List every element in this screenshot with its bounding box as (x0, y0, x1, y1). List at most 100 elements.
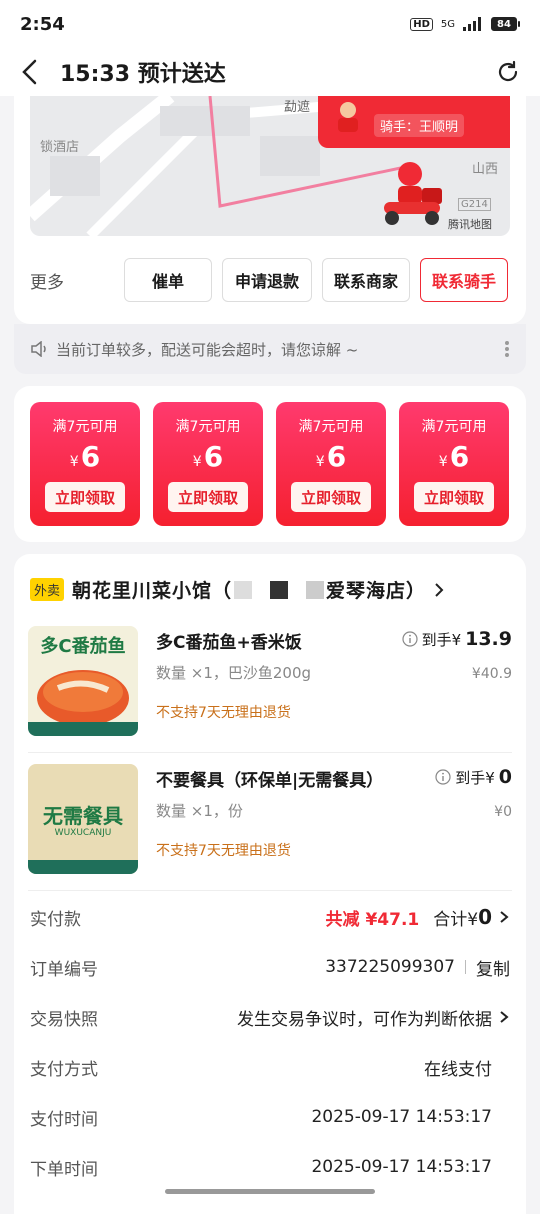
chevron-right-icon (498, 910, 510, 924)
store-name: 朝花里川菜小馆（ (72, 576, 232, 603)
thumb-subtitle: WUXUCANJU (28, 828, 138, 838)
total-value: 0 (478, 905, 492, 929)
divider (28, 890, 512, 891)
payment-time-row: 支付时间 2025-09-17 14:53:17 (30, 1102, 510, 1132)
coupon-condition: 满7元可用 (30, 416, 140, 436)
info-icon[interactable] (435, 769, 451, 785)
coupon[interactable]: 满7元可用 ¥6 立即领取 (153, 402, 263, 526)
item-return-note: 不支持7天无理由退货 (156, 702, 291, 722)
urge-order-button[interactable]: 催单 (124, 258, 212, 302)
paid-label: 实付款 (30, 905, 326, 930)
divider (28, 752, 512, 753)
item-price: 到手¥13.9 (402, 628, 512, 650)
coupon[interactable]: 满7元可用 ¥6 立即领取 (276, 402, 386, 526)
item-price: 到手¥0 (435, 766, 512, 788)
payment-method-row: 支付方式 在线支付 (30, 1052, 510, 1082)
payment-method: 在线支付 (424, 1055, 492, 1080)
separator (465, 960, 466, 974)
signal-icon (463, 17, 483, 31)
speaker-icon (30, 341, 48, 357)
claim-coupon-button[interactable]: 立即领取 (168, 482, 248, 512)
contact-rider-button[interactable]: 联系骑手 (420, 258, 508, 302)
coupon-amount: ¥6 (276, 440, 386, 473)
coupon[interactable]: 满7元可用 ¥6 立即领取 (30, 402, 140, 526)
row-label: 订单编号 (30, 955, 325, 980)
item-name: 多C番茄鱼+香米饭 (156, 628, 302, 653)
row-label: 支付时间 (30, 1105, 311, 1130)
order-number: 337225099307 (325, 957, 455, 977)
price-value: 13.9 (465, 628, 512, 650)
notice-text: 当前订单较多，配送可能会超时，请您谅解 ~ (56, 339, 504, 360)
order-item[interactable]: 多C番茄鱼 多C番茄鱼+香米饭 数量 ×1，巴沙鱼200g 不支持7天无理由退货… (28, 626, 512, 742)
coupon-condition: 满7元可用 (153, 416, 263, 436)
map-attribution: 腾讯地图 (448, 216, 492, 232)
item-name: 不要餐具（环保单|无需餐具） (156, 766, 383, 791)
coupon-amount: ¥6 (30, 440, 140, 473)
order-detail-card: 外卖 朝花里川菜小馆（ 爱琴海店） 多C番茄鱼 多C番茄鱼+香米饭 数量 ×1，… (14, 554, 526, 1214)
store-header[interactable]: 外卖 朝花里川菜小馆（ 爱琴海店） (30, 576, 446, 603)
store-name-tail: 爱琴海店） (326, 576, 426, 603)
price-label: 到手¥ (422, 629, 462, 650)
row-label: 下单时间 (30, 1155, 311, 1180)
rider-info-bubble[interactable]: 骑手：王顺明 (318, 96, 510, 148)
thumb-title: 无需餐具 (28, 800, 138, 829)
coupon-amount: ¥6 (399, 440, 509, 473)
rider-scooter-icon (376, 160, 446, 230)
snapshot-row[interactable]: 交易快照 发生交易争议时，可作为判断依据 (30, 1002, 510, 1032)
delay-notice: 当前订单较多，配送可能会超时，请您谅解 ~ (14, 324, 526, 374)
rider-name: 骑手：王顺明 (374, 114, 464, 137)
claim-coupon-button[interactable]: 立即领取 (45, 482, 125, 512)
more-label[interactable]: 更多 (30, 268, 124, 293)
claim-coupon-button[interactable]: 立即领取 (291, 482, 371, 512)
row-label: 支付方式 (30, 1055, 424, 1080)
network-label: 5G (441, 19, 455, 30)
coupon-condition: 满7元可用 (276, 416, 386, 436)
store-name-redacted (234, 581, 324, 599)
map-card: 锁酒店 山西 G214 腾讯地图 勐遮 骑手：王顺明 更多 催单 申请退款 联系… (14, 96, 526, 324)
copy-button[interactable]: 复制 (476, 955, 510, 980)
map-label-road: G214 (458, 198, 491, 211)
item-return-note: 不支持7天无理由退货 (156, 840, 291, 860)
hd-badge: HD (410, 18, 433, 31)
payment-time: 2025-09-17 14:53:17 (311, 1107, 492, 1127)
rider-avatar-icon (330, 98, 366, 134)
coupon-card: 满7元可用 ¥6 立即领取 满7元可用 ¥6 立即领取 满7元可用 ¥6 立即领… (14, 386, 526, 542)
back-icon[interactable] (20, 59, 40, 85)
price-value: 0 (499, 766, 512, 788)
takeout-tag: 外卖 (30, 578, 64, 601)
paid-amount-row[interactable]: 实付款 共减 ¥47.1 合计¥ 0 (30, 902, 510, 932)
coupon[interactable]: 满7元可用 ¥6 立即领取 (399, 402, 509, 526)
order-number-row: 订单编号 337225099307 复制 (30, 952, 510, 982)
chevron-right-icon (432, 582, 446, 598)
page-header: 15:33 预计送达 (0, 48, 540, 96)
more-dots-icon[interactable] (504, 340, 510, 358)
home-indicator[interactable] (165, 1189, 375, 1194)
order-time: 2025-09-17 14:53:17 (311, 1157, 492, 1177)
page-title: 15:33 预计送达 (60, 56, 496, 88)
status-time: 2:54 (20, 14, 65, 35)
claim-coupon-button[interactable]: 立即领取 (414, 482, 494, 512)
request-refund-button[interactable]: 申请退款 (222, 258, 312, 302)
order-item[interactable]: 无需餐具 WUXUCANJU 不要餐具（环保单|无需餐具） 数量 ×1，份 不支… (28, 764, 512, 880)
item-spec: 数量 ×1，份 (156, 800, 243, 821)
battery-icon: 84 (491, 17, 520, 31)
item-spec: 数量 ×1，巴沙鱼200g (156, 662, 311, 683)
row-label: 交易快照 (30, 1005, 237, 1030)
contact-merchant-button[interactable]: 联系商家 (322, 258, 410, 302)
map-label-mengzhe: 勐遮 (284, 96, 310, 115)
coupon-amount: ¥6 (153, 440, 263, 473)
item-thumbnail: 多C番茄鱼 (28, 626, 138, 736)
status-bar: 2:54 HD 5G 84 (0, 0, 540, 48)
price-label: 到手¥ (455, 767, 495, 788)
order-actions: 更多 催单 申请退款 联系商家 联系骑手 (30, 258, 510, 302)
item-thumbnail: 无需餐具 WUXUCANJU (28, 764, 138, 874)
status-icons: HD 5G 84 (410, 17, 520, 31)
item-original-price: ¥0 (494, 804, 512, 820)
info-icon[interactable] (402, 631, 418, 647)
map-label-shanxi: 山西 (472, 158, 498, 177)
refresh-icon[interactable] (496, 60, 520, 84)
snapshot-hint: 发生交易争议时，可作为判断依据 (237, 1005, 492, 1030)
map-label-hotel: 锁酒店 (40, 136, 79, 155)
delivery-map[interactable]: 锁酒店 山西 G214 腾讯地图 勐遮 骑手：王顺明 (30, 96, 510, 236)
discount-total: 共减 ¥47.1 (326, 905, 420, 930)
